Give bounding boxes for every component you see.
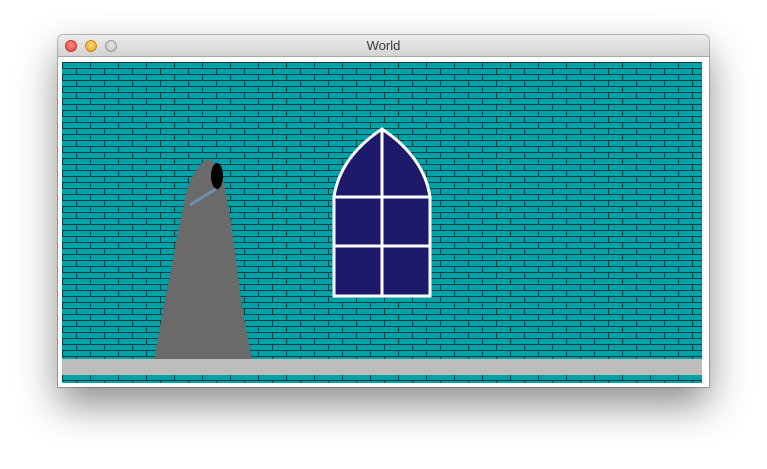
stone-ledge (62, 359, 702, 375)
hood-opening (211, 163, 223, 189)
world-canvas[interactable] (62, 62, 702, 383)
title-bar[interactable]: World (58, 35, 709, 57)
app-window: World (58, 35, 709, 387)
scene-svg (62, 62, 702, 383)
window-title: World (366, 38, 401, 53)
